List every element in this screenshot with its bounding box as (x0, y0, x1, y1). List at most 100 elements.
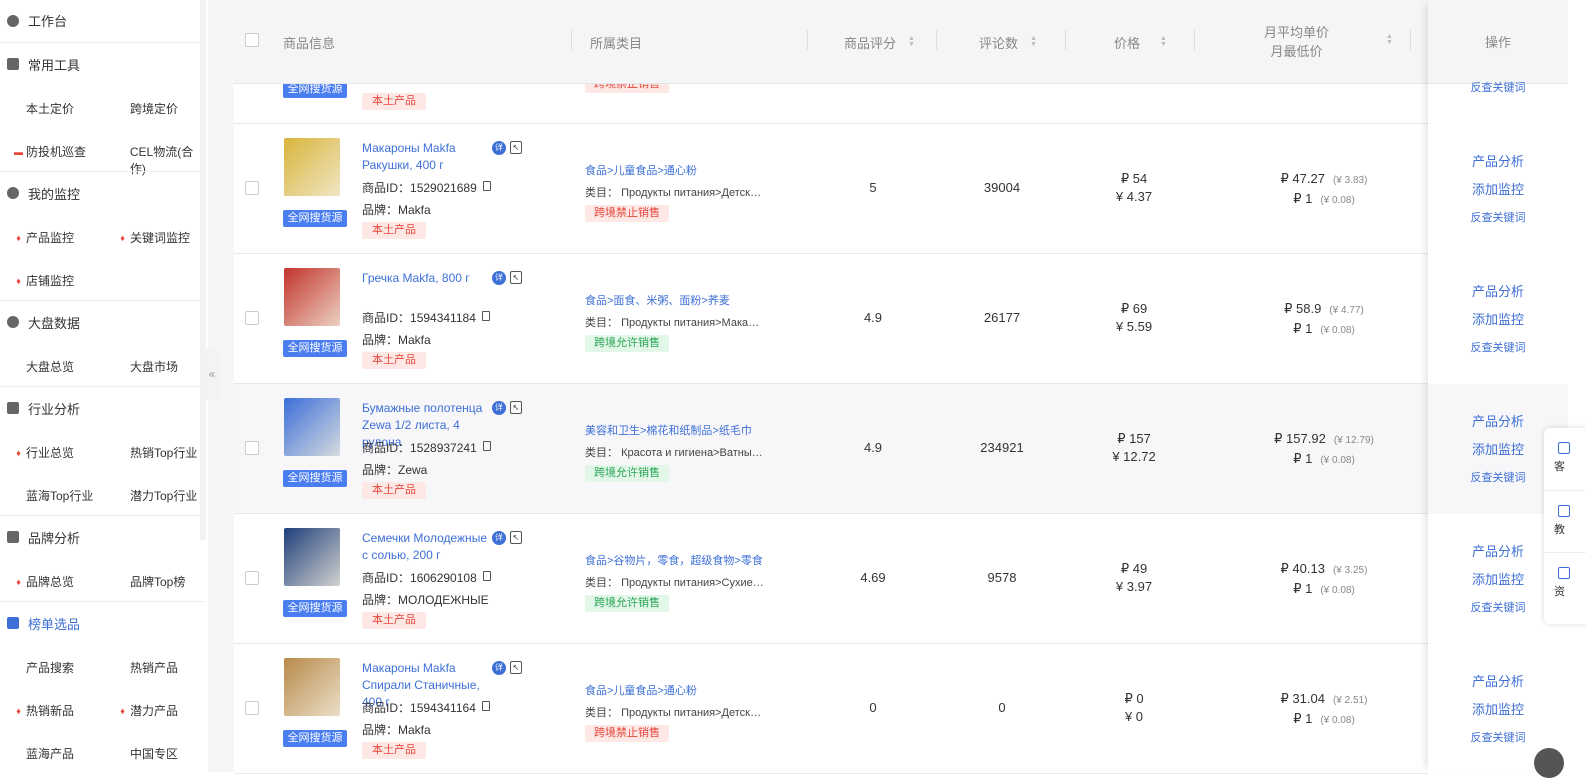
product-thumbnail[interactable] (284, 658, 340, 716)
float-panel-item[interactable]: 教 (1544, 490, 1586, 550)
sidebar-item[interactable]: 跨境定价 (118, 100, 178, 117)
collapse-sidebar-button[interactable]: « (204, 348, 220, 400)
cursor-select-icon[interactable]: ↖ (510, 401, 522, 414)
detail-badge-icon[interactable]: 详 (492, 661, 506, 675)
source-search-tag[interactable]: 全网搜货源 (283, 84, 347, 98)
product-analysis-link[interactable]: 产品分析 (1428, 151, 1568, 170)
row-checkbox[interactable] (245, 571, 259, 585)
select-all-checkbox[interactable] (245, 33, 259, 47)
product-thumbnail[interactable] (284, 398, 340, 456)
sidebar-item[interactable]: ♦ 热销新品 (14, 702, 74, 719)
copy-icon[interactable] (481, 310, 490, 321)
source-search-tag[interactable]: 全网搜货源 (283, 730, 347, 747)
category-path-link[interactable]: 食品>儿童食品>通心粉 (585, 682, 697, 698)
source-search-tag[interactable]: 全网搜货源 (283, 600, 347, 617)
header-reviews[interactable]: 评论数 ▲ ▼ (979, 0, 1038, 84)
copy-icon[interactable] (481, 700, 490, 711)
sidebar-item[interactable]: 潜力Top行业 (118, 487, 197, 504)
sidebar-item[interactable]: 热销产品 (118, 659, 178, 676)
add-monitor-link[interactable]: 添加监控 (1428, 309, 1568, 328)
detail-badge-icon[interactable]: 详 (492, 401, 506, 415)
category-path-link[interactable]: 美容和卫生>棉花和纸制品>纸毛巾 (585, 422, 752, 438)
sidebar-item[interactable]: 大盘总览 (14, 358, 74, 375)
sort-icon[interactable]: ▲ ▼ (908, 35, 916, 48)
reverse-keyword-link[interactable]: 反查关键词 (1428, 209, 1568, 225)
product-name-link[interactable]: Семечки Молодежные с солью, 200 г (362, 530, 488, 564)
add-monitor-link[interactable]: 添加监控 (1428, 179, 1568, 198)
sidebar-item[interactable]: 蓝海Top行业 (14, 487, 93, 504)
table-row[interactable]: 全网搜货源 Бумажные полотенца Zewa 1/2 листа, … (234, 384, 1428, 514)
sidebar-item[interactable]: 蓝海产品 (14, 745, 74, 762)
sidebar-section-5[interactable]: 品牌分析 (0, 515, 205, 558)
sort-icon[interactable]: ▲ ▼ (1030, 35, 1038, 48)
source-search-tag[interactable]: 全网搜货源 (283, 210, 347, 227)
add-monitor-link[interactable]: 添加监控 (1428, 699, 1568, 718)
table-row[interactable]: 全网搜货源 Гречка Makfa, 800 г 详 ↖ 商品ID： 159434118… (234, 254, 1428, 384)
sidebar-item[interactable]: 大盘市场 (118, 358, 178, 375)
sidebar-section-label: 大盘数据 (28, 315, 81, 331)
sidebar-item[interactable]: ♦ 潜力产品 (118, 702, 178, 719)
sidebar-item[interactable]: 品牌Top榜 (118, 573, 185, 590)
row-checkbox[interactable] (245, 441, 259, 455)
category-path-link[interactable]: 食品>面食、米粥、面粉>荞麦 (585, 292, 730, 308)
product-name-link[interactable]: Гречка Makfa, 800 г (362, 270, 488, 287)
sidebar-item[interactable]: 中国专区 (118, 745, 178, 762)
sort-icon[interactable]: ▲ ▼ (1160, 35, 1168, 48)
sidebar-scrollbar[interactable] (200, 0, 206, 540)
product-name-link[interactable]: Макароны Makfa Ракушки, 400 г (362, 140, 488, 174)
sidebar-section-1[interactable]: 常用工具 (0, 42, 205, 85)
row-checkbox[interactable] (245, 701, 259, 715)
sort-icon[interactable]: ▲ ▼ (1386, 33, 1394, 46)
header-price[interactable]: 价格 ▲ ▼ (1114, 0, 1168, 84)
product-thumbnail[interactable] (284, 528, 340, 586)
product-analysis-link[interactable]: 产品分析 (1428, 281, 1568, 300)
category-path-link[interactable]: 食品>谷物片，零食，超级食物>零食 (585, 552, 763, 568)
sidebar-item[interactable]: ♦ 行业总览 (14, 444, 74, 461)
sidebar-section-6[interactable]: 榜单选品 (0, 601, 205, 644)
detail-badge-icon[interactable]: 详 (492, 141, 506, 155)
sidebar-section-0[interactable]: 工作台 (0, 0, 205, 42)
copy-icon[interactable] (482, 180, 491, 191)
product-analysis-link[interactable]: 产品分析 (1428, 671, 1568, 690)
reverse-keyword-link[interactable]: 反查关键词 (1428, 339, 1568, 355)
row-checkbox[interactable] (245, 181, 259, 195)
copy-icon[interactable] (482, 570, 491, 581)
product-thumbnail[interactable] (284, 268, 340, 326)
float-panel-item[interactable]: 客 (1544, 428, 1586, 488)
row-checkbox[interactable] (245, 311, 259, 325)
category-ru: 类目： Продукты питания>Детское питание>Мак… (585, 184, 765, 200)
table-row[interactable]: 全网搜货源 Макароны Makfa Спирали Станичные, 4… (234, 644, 1428, 774)
category-path-link[interactable]: 食品>儿童食品>通心粉 (585, 162, 697, 178)
sidebar-item[interactable]: ♦ 产品监控 (14, 229, 74, 246)
table-row[interactable]: 全网搜货源 Семечки Молодежные с солью, 200 г 详 ↖… (234, 514, 1428, 644)
sidebar-item[interactable]: ▬ 防投机巡查 (14, 143, 86, 160)
reverse-keyword-link[interactable]: 反查关键词 (1428, 79, 1568, 95)
cursor-select-icon[interactable]: ↖ (510, 271, 522, 284)
detail-badge-icon[interactable]: 详 (492, 531, 506, 545)
table-row[interactable]: 全网搜货源 Макароны Makfa Ракушки, 400 г 详 ↖ 商品ID… (234, 124, 1428, 254)
detail-badge-icon[interactable]: 详 (492, 271, 506, 285)
sidebar-item[interactable]: ♦ 关键词监控 (118, 229, 190, 246)
header-rating[interactable]: 商品评分 ▲ ▼ (844, 0, 916, 84)
sidebar-item[interactable]: 产品搜索 (14, 659, 74, 676)
reverse-keyword-link[interactable]: 反查关键词 (1428, 729, 1568, 745)
float-panel-item[interactable]: 资 (1544, 552, 1586, 612)
sidebar-item[interactable]: ♦ 品牌总览 (14, 573, 74, 590)
source-search-tag[interactable]: 全网搜货源 (283, 340, 347, 357)
sidebar-section-2[interactable]: 我的监控 (0, 171, 205, 214)
sidebar-item[interactable]: 本土定价 (14, 100, 74, 117)
monthly-avg-rub: ₽ 157.92 (1274, 431, 1326, 446)
source-search-tag[interactable]: 全网搜货源 (283, 470, 347, 487)
product-thumbnail[interactable] (284, 138, 340, 196)
cursor-select-icon[interactable]: ↖ (510, 661, 522, 674)
sidebar-section-4[interactable]: 行业分析 (0, 386, 205, 429)
cursor-select-icon[interactable]: ↖ (510, 141, 522, 154)
cursor-select-icon[interactable]: ↖ (510, 531, 522, 544)
sidebar-item[interactable]: ♦ 店铺监控 (14, 272, 74, 289)
sidebar-item[interactable]: 热销Top行业 (118, 444, 197, 461)
header-monthly-price[interactable]: 月平均单价 月最低价 (1264, 0, 1329, 84)
back-to-top-button[interactable] (1534, 748, 1564, 778)
copy-icon[interactable] (482, 440, 491, 451)
sidebar-section-3[interactable]: 大盘数据 (0, 300, 205, 343)
cross-border-status: 跨境允许销售 (585, 465, 669, 482)
